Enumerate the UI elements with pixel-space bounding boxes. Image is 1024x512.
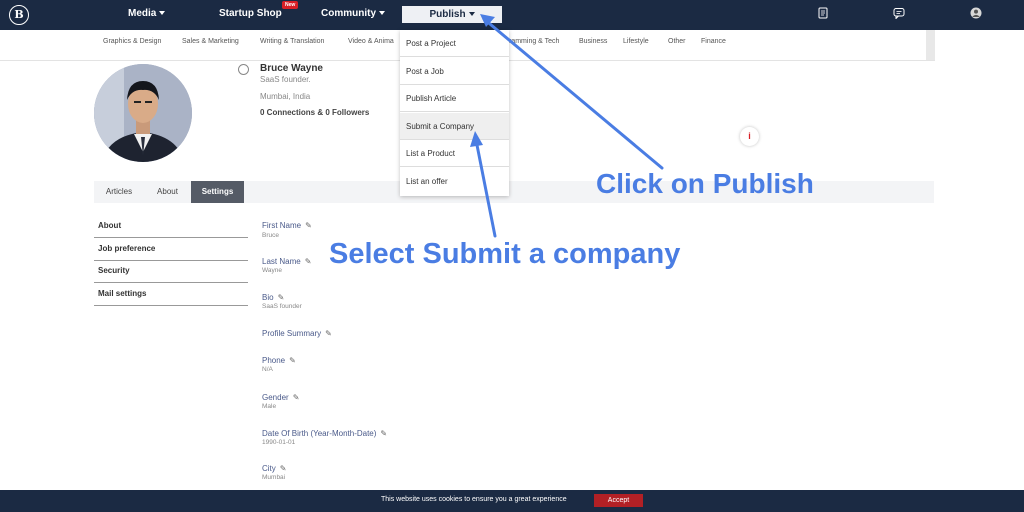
side-menu-mail-settings[interactable]: Mail settings xyxy=(94,284,248,306)
profile-avatar xyxy=(94,64,192,162)
menu-item-publish-article[interactable]: Publish Article xyxy=(400,85,509,112)
field-last-name-value: Wayne xyxy=(262,267,282,274)
field-label-text: Date Of Birth (Year-Month-Date) xyxy=(262,429,377,438)
pencil-icon[interactable]: ✎ xyxy=(325,329,332,338)
tab-settings[interactable]: Settings xyxy=(191,181,244,203)
field-label-text: Bio xyxy=(262,293,274,302)
document-icon[interactable] xyxy=(817,7,829,19)
category-writing-translation[interactable]: Writing & Translation xyxy=(260,38,324,45)
chat-icon[interactable] xyxy=(893,7,905,19)
field-bio-value: SaaS founder xyxy=(262,303,302,310)
new-badge: New xyxy=(282,1,299,9)
menu-item-post-job[interactable]: Post a Job xyxy=(400,58,509,85)
field-label-text: City xyxy=(262,464,276,473)
menu-item-list-product[interactable]: List a Product xyxy=(400,140,509,167)
field-profile-summary-label: Profile Summary ✎ xyxy=(262,329,332,338)
category-scrollbar[interactable] xyxy=(926,30,935,60)
profile-description: SaaS founder. xyxy=(260,75,311,84)
nav-startup-shop-label: Startup Shop xyxy=(219,8,282,19)
logo-icon[interactable]: B xyxy=(9,5,29,25)
menu-item-submit-company[interactable]: Submit a Company xyxy=(400,113,509,140)
field-dob-label: Date Of Birth (Year-Month-Date) ✎ xyxy=(262,429,387,438)
field-gender-value: Male xyxy=(262,403,277,410)
chevron-down-icon xyxy=(159,11,166,15)
category-business[interactable]: Business xyxy=(579,38,607,45)
chevron-down-icon xyxy=(379,11,385,15)
field-gender-label: Gender ✎ xyxy=(262,393,299,402)
field-city-label: City ✎ xyxy=(262,464,286,473)
category-graphics-design[interactable]: Graphics & Design xyxy=(103,38,161,45)
category-sales-marketing[interactable]: Sales & Marketing xyxy=(182,38,239,45)
info-icon[interactable]: i xyxy=(740,127,759,146)
cookie-bar: This website uses cookies to ensure you … xyxy=(0,490,1024,512)
pencil-icon[interactable]: ✎ xyxy=(293,393,300,402)
accept-cookies-button[interactable]: Accept xyxy=(594,494,643,507)
nav-media-label: Media xyxy=(128,8,157,19)
pencil-icon[interactable]: ✎ xyxy=(380,429,387,438)
field-first-name-value: Bruce xyxy=(262,232,279,239)
user-avatar-icon[interactable] xyxy=(970,7,982,19)
profile-name: Bruce Wayne xyxy=(260,63,323,74)
side-menu-security[interactable]: Security xyxy=(94,261,248,283)
field-phone-label: Phone ✎ xyxy=(262,356,296,365)
pencil-icon[interactable]: ✎ xyxy=(280,464,287,473)
nav-media[interactable]: Media xyxy=(128,8,166,19)
annotation-select-submit: Select Submit a company xyxy=(329,238,681,270)
top-navbar: B Media Startup Shop New Community Publi… xyxy=(0,0,1024,30)
profile-picture xyxy=(94,64,192,162)
field-bio-label: Bio ✎ xyxy=(262,293,284,302)
field-label-text: Phone xyxy=(262,356,286,365)
field-label-text: First Name xyxy=(262,221,302,230)
nav-startup-shop[interactable]: Startup Shop xyxy=(219,8,282,19)
category-other[interactable]: Other xyxy=(668,38,686,45)
field-label-text: Profile Summary xyxy=(262,329,322,338)
chevron-down-icon xyxy=(468,12,475,16)
side-menu-job-preference[interactable]: Job preference xyxy=(94,239,248,261)
menu-item-list-offer[interactable]: List an offer xyxy=(400,168,509,195)
profile-location: Mumbai, India xyxy=(260,92,311,101)
annotation-click-publish: Click on Publish xyxy=(596,168,814,199)
field-city-value: Mumbai xyxy=(262,474,286,481)
nav-community-label: Community xyxy=(321,8,376,19)
profile-connections[interactable]: 0 Connections & 0 Followers xyxy=(260,108,369,117)
category-finance[interactable]: Finance xyxy=(701,38,726,45)
field-phone-value: N/A xyxy=(262,366,273,373)
category-programming-tech[interactable]: ramming & Tech xyxy=(509,38,559,45)
pencil-icon[interactable]: ✎ xyxy=(278,293,285,302)
tab-articles[interactable]: Articles xyxy=(94,181,144,203)
category-lifestyle[interactable]: Lifestyle xyxy=(623,38,649,45)
field-first-name-label: First Name ✎ xyxy=(262,221,312,230)
camera-icon[interactable] xyxy=(238,64,249,75)
menu-item-post-project[interactable]: Post a Project xyxy=(400,30,509,57)
pencil-icon[interactable]: ✎ xyxy=(305,221,312,230)
publish-button[interactable]: Publish xyxy=(402,6,502,23)
field-last-name-label: Last Name ✎ xyxy=(262,257,311,266)
field-label-text: Last Name xyxy=(262,257,301,266)
field-label-text: Gender xyxy=(262,393,289,402)
tab-about[interactable]: About xyxy=(144,181,191,203)
field-dob-value: 1990-01-01 xyxy=(262,439,296,446)
publish-label: Publish xyxy=(429,9,466,20)
side-menu-about[interactable]: About xyxy=(94,216,248,238)
pencil-icon[interactable]: ✎ xyxy=(289,356,296,365)
pencil-icon[interactable]: ✎ xyxy=(305,257,312,266)
cookie-text: This website uses cookies to ensure you … xyxy=(381,496,567,503)
category-video-animation[interactable]: Video & Anima xyxy=(348,38,394,45)
publish-dropdown: Post a Project Post a Job Publish Articl… xyxy=(400,30,509,196)
nav-community[interactable]: Community xyxy=(321,8,385,19)
